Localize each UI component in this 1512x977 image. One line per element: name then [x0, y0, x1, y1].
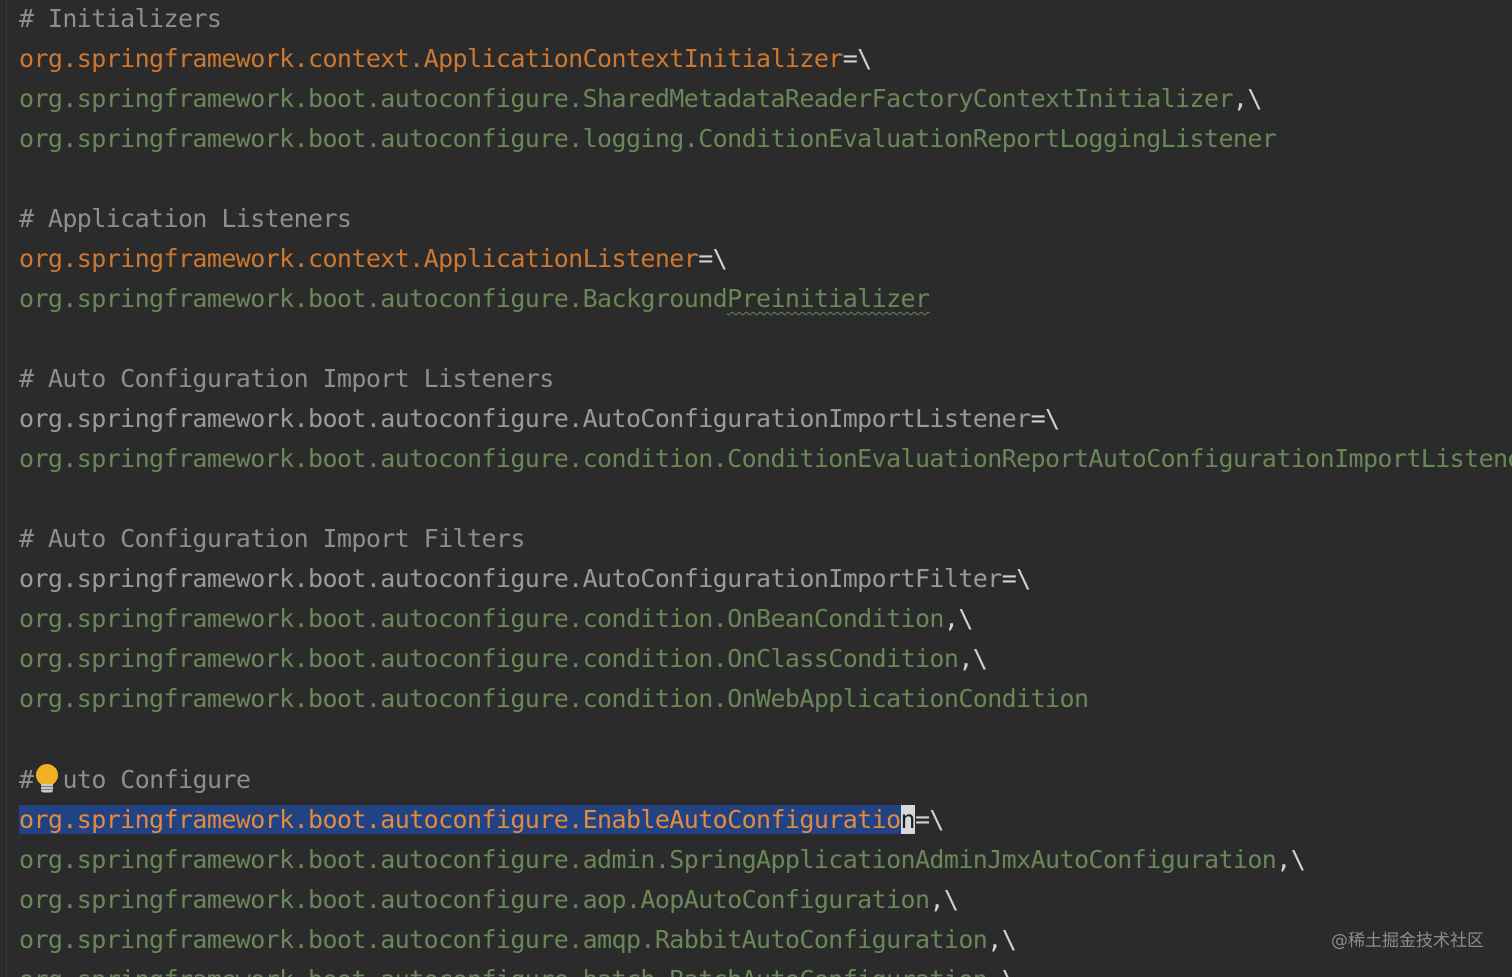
line-continuation: ,\ [987, 925, 1017, 954]
comment-hash: # [19, 765, 34, 794]
property-key: org.springframework.context.ApplicationC… [19, 44, 843, 73]
watermark-text: @稀土掘金技术社区 [1331, 931, 1484, 951]
property-value: org.springframework.boot.autoconfigure.a… [19, 885, 930, 914]
lightbulb-base [41, 784, 53, 793]
code-line-key[interactable]: org.springframework.boot.autoconfigure.A… [19, 559, 1031, 599]
code-line-comment[interactable]: # Initializers [19, 0, 222, 39]
property-value: org.springframework.boot.autoconfigure.c… [19, 644, 959, 673]
gutter-divider [6, 0, 7, 977]
code-line-key[interactable]: org.springframework.context.ApplicationC… [19, 39, 872, 79]
code-line-comment[interactable]: # Auto Configuration Import Filters [19, 519, 525, 559]
property-key: org.springframework.boot.autoconfigure.E… [19, 805, 901, 834]
code-line-value[interactable]: org.springframework.boot.autoconfigure.c… [19, 679, 1089, 719]
code-line-value[interactable]: org.springframework.boot.autoconfigure.a… [19, 880, 959, 920]
comment-text: # Application Listeners [19, 204, 352, 233]
line-continuation: ,\ [958, 644, 988, 673]
line-continuation: ,\ [929, 885, 959, 914]
spelling-warning-word[interactable]: Preinitializer [727, 284, 930, 313]
property-key: org.springframework.boot.autoconfigure.A… [19, 404, 1031, 433]
code-line-key[interactable]: org.springframework.boot.autoconfigure.A… [19, 399, 1060, 439]
line-continuation: =\ [1030, 404, 1061, 433]
code-line-value[interactable]: org.springframework.boot.autoconfigure.l… [19, 119, 1277, 159]
line-continuation: =\ [842, 44, 873, 73]
property-value: org.springframework.boot.autoconfigure.a… [19, 845, 1277, 874]
property-key: org.springframework.context.ApplicationL… [19, 244, 699, 273]
code-line-comment[interactable]: # Application Listeners [19, 199, 352, 239]
code-line-value[interactable]: org.springframework.boot.autoconfigure.c… [19, 639, 988, 679]
code-line-value[interactable]: org.springframework.boot.autoconfigure.c… [19, 599, 973, 639]
text-caret: n [900, 805, 916, 834]
text-selection[interactable]: org.springframework.boot.autoconfigure.E… [19, 805, 916, 834]
code-line-key[interactable]: org.springframework.context.ApplicationL… [19, 239, 728, 279]
comment-text: uto Configure [62, 765, 251, 794]
line-continuation: =\ [914, 805, 945, 834]
property-key: org.springframework.boot.autoconfigure.A… [19, 564, 1002, 593]
line-continuation: ,\ [987, 965, 1017, 977]
property-value: org.springframework.boot.autoconfigure.b… [19, 965, 988, 977]
code-line-value[interactable]: org.springframework.boot.autoconfigure.a… [19, 920, 1017, 960]
comment-text: # Auto Configuration Import Listeners [19, 364, 554, 393]
lightbulb-icon[interactable] [35, 764, 59, 794]
code-line-value[interactable]: org.springframework.boot.autoconfigure.a… [19, 840, 1306, 880]
line-continuation: =\ [1001, 564, 1032, 593]
code-line-value[interactable]: org.springframework.boot.autoconfigure.b… [19, 960, 1017, 977]
code-editor[interactable]: # Initializers org.springframework.conte… [0, 0, 1512, 977]
code-line-value[interactable]: org.springframework.boot.autoconfigure.S… [19, 79, 1262, 119]
property-value: org.springframework.boot.autoconfigure.a… [19, 925, 988, 954]
property-value: org.springframework.boot.autoconfigure.c… [19, 604, 944, 633]
code-line-value[interactable]: org.springframework.boot.autoconfigure.c… [19, 439, 1512, 479]
property-value: org.springframework.boot.autoconfigure.B… [19, 284, 728, 313]
property-value: org.springframework.boot.autoconfigure.l… [19, 124, 1277, 153]
code-line-value[interactable]: org.springframework.boot.autoconfigure.B… [19, 279, 930, 319]
property-value: org.springframework.boot.autoconfigure.S… [19, 84, 1234, 113]
property-value: org.springframework.boot.autoconfigure.c… [19, 444, 1512, 473]
code-line-comment[interactable]: # Auto Configuration Import Listeners [19, 359, 554, 399]
comment-text: # Auto Configuration Import Filters [19, 524, 525, 553]
lightbulb-glass [36, 764, 58, 786]
line-continuation: =\ [698, 244, 728, 273]
code-line-selected[interactable]: org.springframework.boot.autoconfigure.E… [19, 800, 944, 840]
line-continuation: ,\ [943, 604, 974, 633]
line-continuation: ,\ [1232, 84, 1263, 113]
line-continuation: ,\ [1276, 845, 1306, 874]
property-value: org.springframework.boot.autoconfigure.c… [19, 684, 1089, 713]
comment-text: # Initializers [19, 4, 222, 33]
